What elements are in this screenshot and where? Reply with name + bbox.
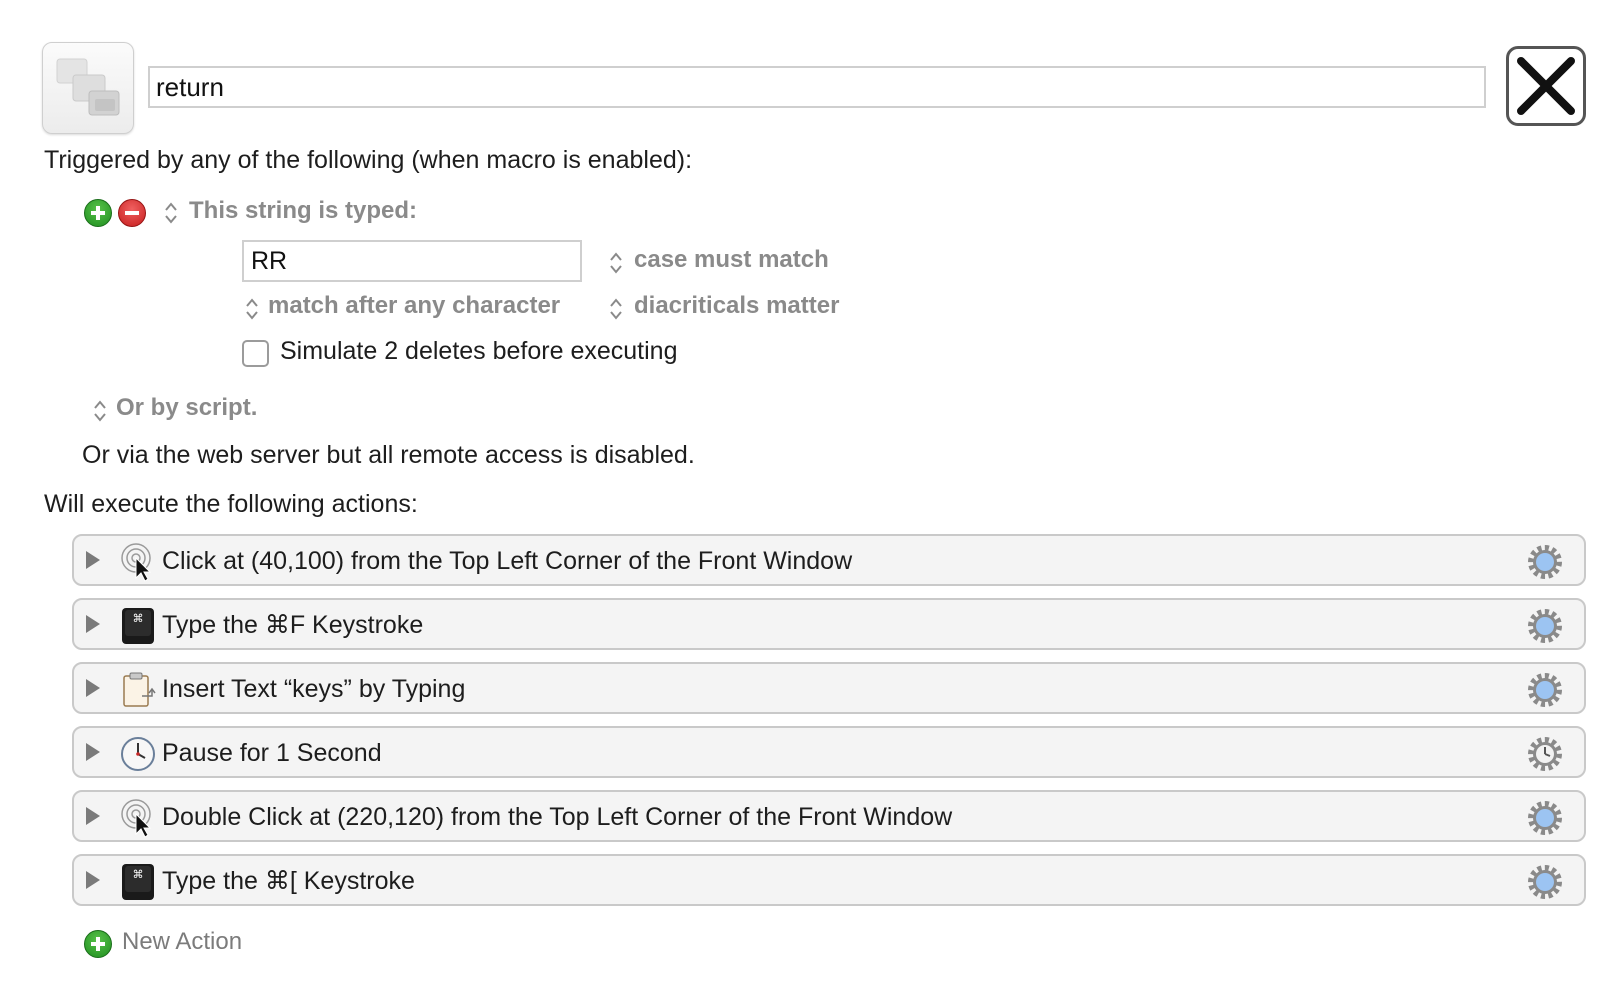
script-trigger-label: Or by script. bbox=[116, 394, 258, 421]
disclosure-triangle-icon[interactable] bbox=[86, 551, 100, 569]
case-option-label: case must match bbox=[634, 246, 829, 273]
gear-icon[interactable] bbox=[1526, 863, 1564, 901]
gear-icon[interactable] bbox=[1526, 607, 1564, 645]
action-row[interactable]: Pause for 1 Second bbox=[72, 726, 1586, 778]
action-row[interactable]: ⌘ Type the ⌘[ Keystroke bbox=[72, 854, 1586, 906]
gear-icon[interactable] bbox=[1526, 799, 1564, 837]
close-icon bbox=[1517, 57, 1575, 115]
close-button[interactable] bbox=[1506, 46, 1586, 126]
svg-text:⌘: ⌘ bbox=[133, 612, 144, 625]
add-trigger-button[interactable] bbox=[84, 199, 112, 227]
action-label: Type the ⌘[ Keystroke bbox=[162, 867, 415, 895]
disclosure-triangle-icon[interactable] bbox=[86, 807, 100, 825]
plus-icon bbox=[91, 206, 105, 220]
trigger-type-label: This string is typed: bbox=[189, 197, 418, 224]
disclosure-triangle-icon[interactable] bbox=[86, 679, 100, 697]
gear-icon[interactable] bbox=[1526, 543, 1564, 581]
simulate-deletes-label: Simulate 2 deletes before executing bbox=[280, 337, 678, 365]
updown-chevron-icon bbox=[165, 202, 177, 224]
click-icon bbox=[121, 799, 152, 838]
updown-chevron-icon bbox=[610, 252, 622, 274]
click-icon bbox=[121, 543, 152, 582]
action-label: Pause for 1 Second bbox=[162, 739, 382, 767]
simulate-deletes-checkbox[interactable] bbox=[242, 340, 269, 367]
action-label: Insert Text “keys” by Typing bbox=[162, 675, 466, 703]
action-row[interactable]: ⌘ Type the ⌘F Keystroke bbox=[72, 598, 1586, 650]
disclosure-triangle-icon[interactable] bbox=[86, 871, 100, 889]
keystroke-icon: ⌘ bbox=[122, 608, 154, 644]
actions-heading: Will execute the following actions: bbox=[44, 490, 418, 518]
triggers-heading: Triggered by any of the following (when … bbox=[44, 146, 693, 174]
action-label: Click at (40,100) from the Top Left Corn… bbox=[162, 547, 853, 575]
stacked-windows-icon bbox=[56, 58, 120, 116]
action-label: Type the ⌘F Keystroke bbox=[162, 611, 424, 639]
plus-icon bbox=[84, 930, 112, 958]
action-label: Double Click at (220,120) from the Top L… bbox=[162, 803, 953, 831]
updown-chevron-icon bbox=[94, 400, 106, 422]
updown-chevron-icon bbox=[610, 298, 622, 320]
new-action-label: New Action bbox=[122, 928, 243, 955]
match-option-label: match after any character bbox=[268, 292, 561, 319]
macro-name-input[interactable]: return bbox=[148, 66, 1486, 108]
action-row[interactable]: Click at (40,100) from the Top Left Corn… bbox=[72, 534, 1586, 586]
svg-text:⌘: ⌘ bbox=[133, 868, 144, 881]
updown-chevron-icon bbox=[246, 298, 258, 320]
gear-icon[interactable] bbox=[1526, 671, 1564, 709]
minus-icon bbox=[125, 211, 139, 215]
typed-string-input[interactable]: RR bbox=[242, 240, 582, 282]
action-row[interactable]: Double Click at (220,120) from the Top L… bbox=[72, 790, 1586, 842]
clock-icon bbox=[121, 737, 155, 771]
gear-clock-icon[interactable] bbox=[1526, 735, 1564, 773]
disclosure-triangle-icon[interactable] bbox=[86, 743, 100, 761]
macro-group-icon[interactable] bbox=[42, 42, 134, 134]
diacriticals-option-label: diacriticals matter bbox=[634, 292, 840, 319]
web-server-text: Or via the web server but all remote acc… bbox=[82, 441, 695, 469]
insert-text-icon bbox=[123, 672, 156, 707]
action-row[interactable]: Insert Text “keys” by Typing bbox=[72, 662, 1586, 714]
disclosure-triangle-icon[interactable] bbox=[86, 615, 100, 633]
remove-trigger-button[interactable] bbox=[118, 199, 146, 227]
keystroke-icon: ⌘ bbox=[122, 864, 154, 900]
new-action-button[interactable]: New Action bbox=[84, 928, 284, 960]
